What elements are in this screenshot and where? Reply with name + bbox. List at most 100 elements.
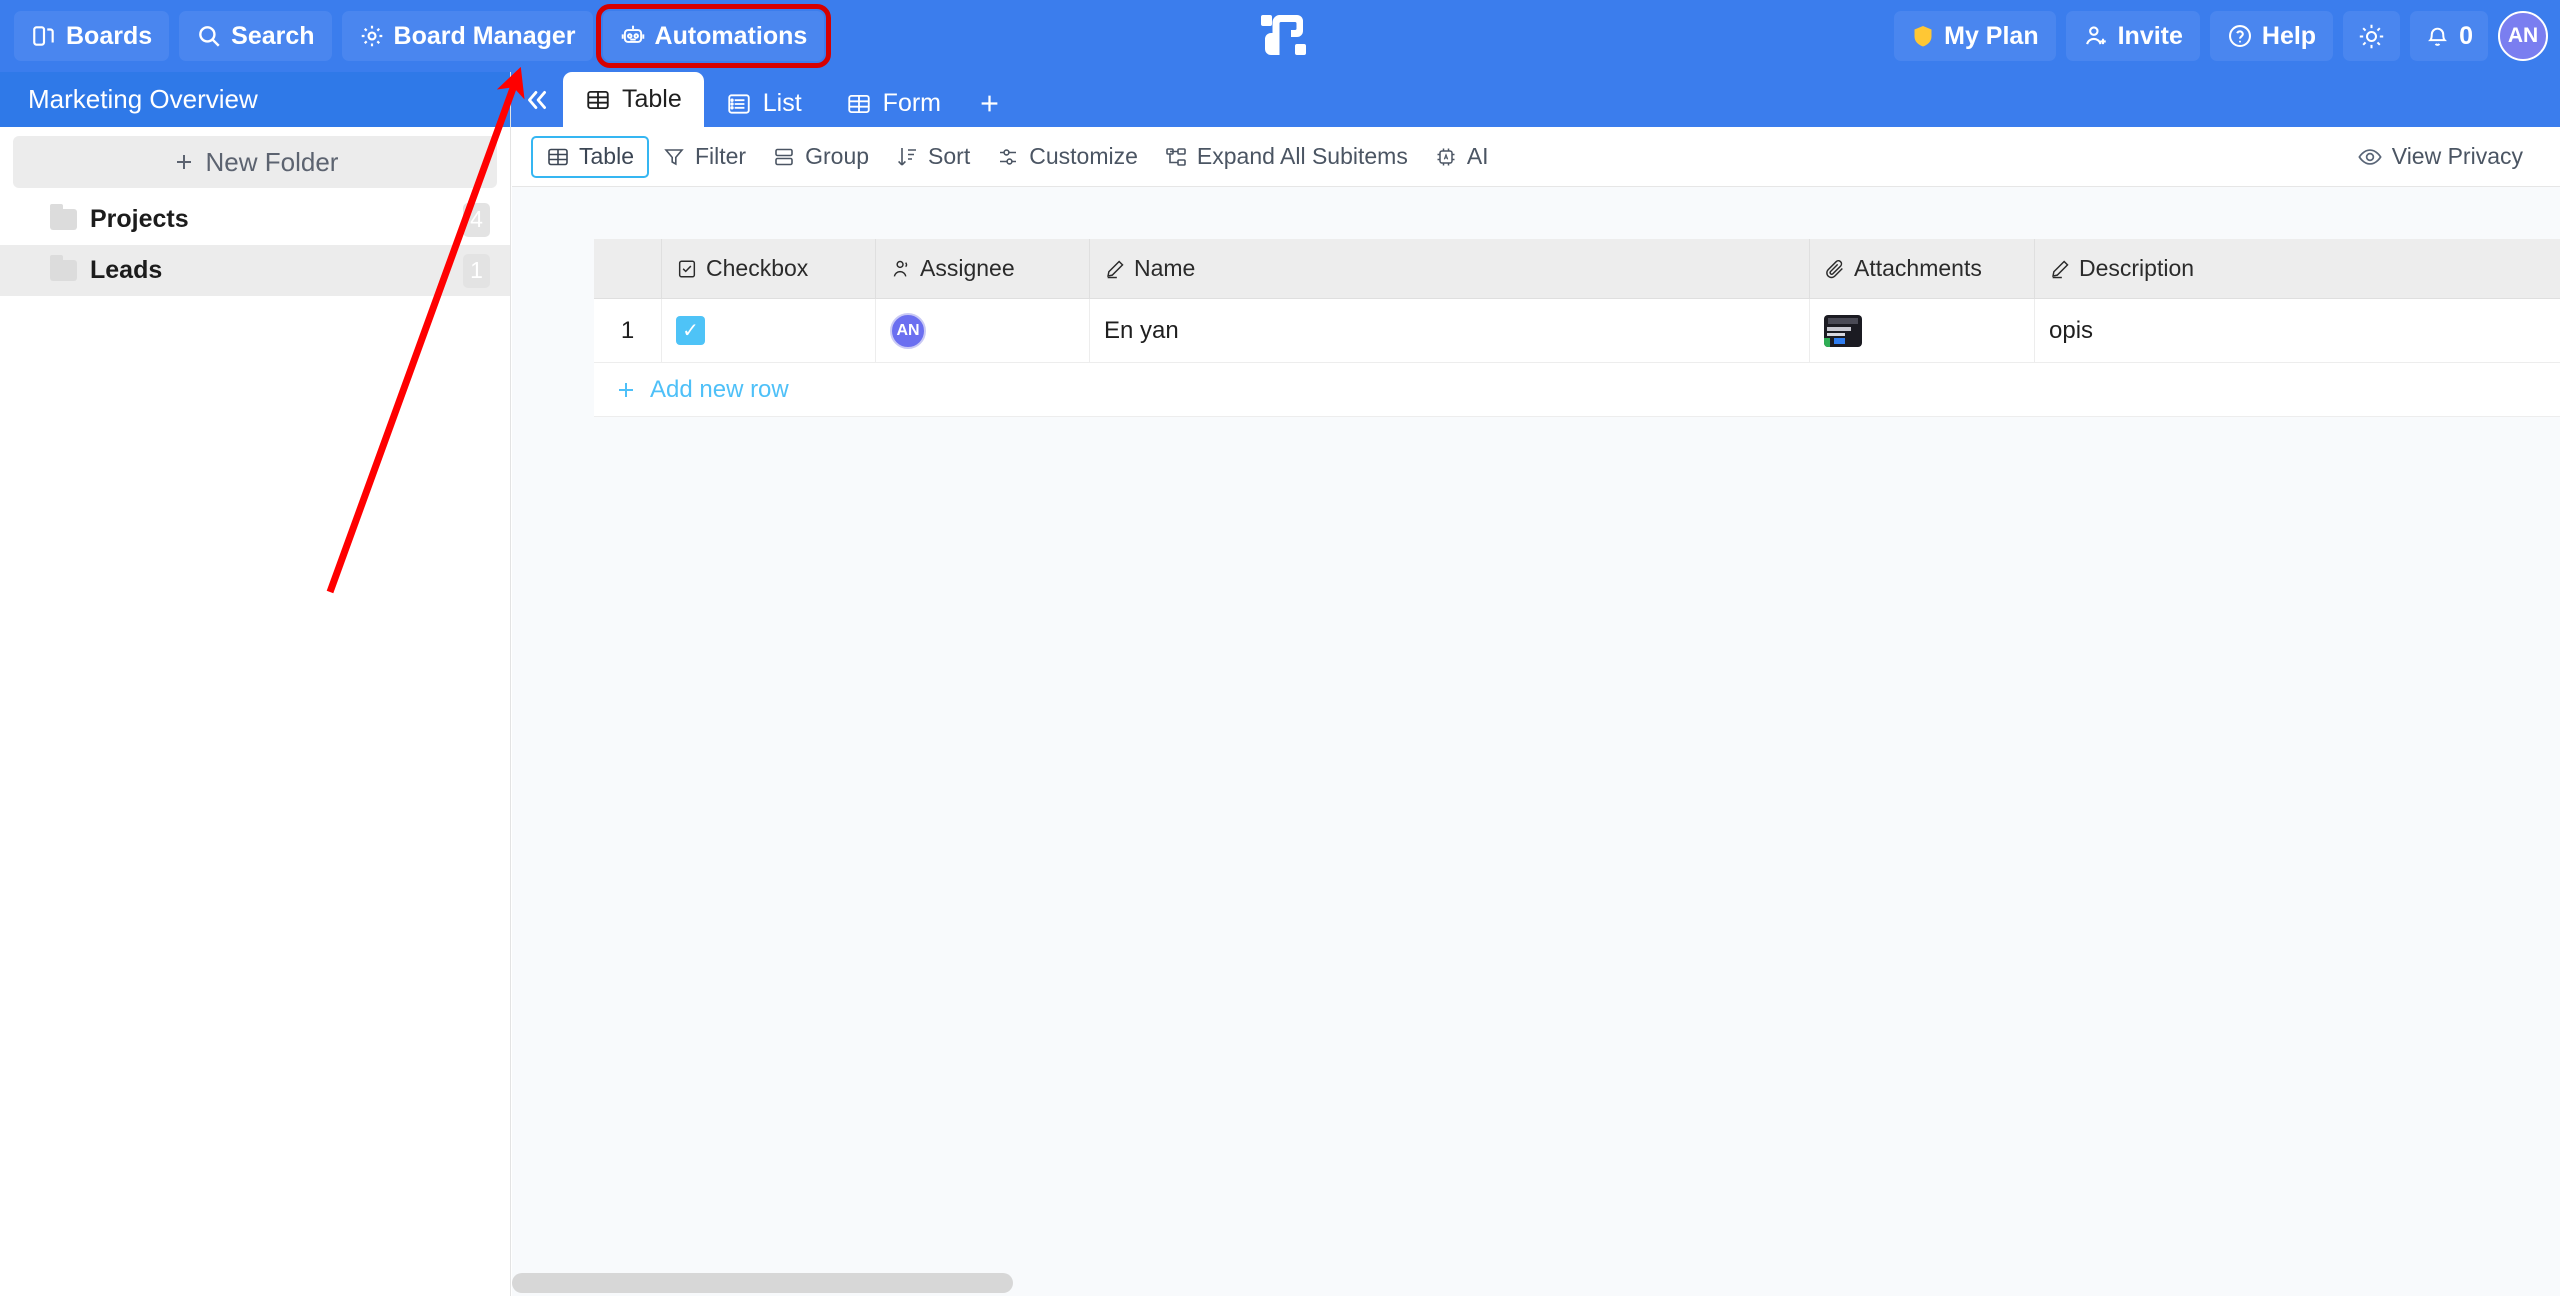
person-icon — [890, 258, 912, 280]
plus-icon — [614, 378, 638, 402]
list-icon — [726, 91, 752, 117]
eye-icon — [2357, 144, 2383, 170]
tab-list[interactable]: List — [704, 80, 824, 127]
column-header-attachments[interactable]: Attachments — [1810, 239, 2035, 299]
assignee-avatar[interactable]: AN — [890, 312, 926, 349]
column-header-label: Assignee — [920, 255, 1015, 281]
folder-count-badge: 4 — [463, 202, 490, 237]
plus-icon — [172, 150, 196, 174]
pencil-icon — [1104, 258, 1126, 280]
row-checkbox-cell[interactable]: ✓ — [662, 299, 876, 363]
new-folder-label: New Folder — [205, 146, 339, 177]
table-row[interactable]: 1 ✓ AN En yan opis — [594, 299, 2560, 363]
sort-icon — [895, 145, 919, 169]
view-privacy-button[interactable]: View Privacy — [2344, 136, 2536, 178]
user-plus-icon — [2083, 23, 2109, 49]
main-panel: Table Filter Group Sort Customize Expand… — [512, 127, 2560, 1296]
tab-form[interactable]: Form — [824, 80, 963, 127]
sidebar-board-title: Marketing Overview — [0, 72, 510, 127]
header-left-nav: Boards Search Board Manager Automations — [0, 4, 832, 68]
plus-icon — [976, 90, 1003, 117]
table-header-row: Checkbox Assignee Name Attachments Descr… — [594, 239, 2560, 299]
invite-button[interactable]: Invite — [2065, 11, 2200, 61]
column-header-label: Name — [1134, 255, 1196, 281]
toolbar-customize-button[interactable]: Customize — [983, 136, 1151, 178]
toolbar-expand-subitems-button[interactable]: Expand All Subitems — [1151, 136, 1421, 178]
app-header: Boards Search Board Manager Automations … — [0, 0, 2560, 72]
row-checkbox[interactable]: ✓ — [676, 316, 705, 345]
column-header-checkbox[interactable]: Checkbox — [662, 239, 876, 299]
tab-table-label: Table — [622, 85, 682, 113]
folder-name: Projects — [90, 205, 189, 233]
theme-toggle-button[interactable] — [2343, 11, 2401, 61]
column-header-rownum[interactable] — [594, 239, 662, 299]
view-tab-strip: Table List Form — [511, 72, 2560, 127]
boards-button[interactable]: Boards — [14, 11, 170, 61]
boards-label: Boards — [66, 21, 153, 50]
data-table: Checkbox Assignee Name Attachments Descr… — [594, 239, 2560, 363]
table-scroll-area: Checkbox Assignee Name Attachments Descr… — [512, 187, 2560, 1296]
shield-icon — [1911, 23, 1935, 49]
column-header-name[interactable]: Name — [1090, 239, 1810, 299]
sidebar-folder-leads[interactable]: Leads 1 — [0, 245, 510, 296]
column-header-assignee[interactable]: Assignee — [876, 239, 1090, 299]
toolbar-ai-button[interactable]: AI — [1421, 136, 1502, 178]
toolbar-group-label: Group — [805, 143, 870, 169]
row-name-cell[interactable]: En yan — [1090, 299, 1810, 363]
sidebar-title-label: Marketing Overview — [28, 84, 258, 114]
folder-icon — [50, 255, 77, 281]
boards-icon — [31, 23, 57, 49]
my-plan-label: My Plan — [1944, 21, 2039, 50]
tab-form-label: Form — [882, 89, 941, 117]
view-toolbar: Table Filter Group Sort Customize Expand… — [512, 127, 2560, 187]
toolbar-table-button[interactable]: Table — [531, 135, 649, 178]
help-button[interactable]: Help — [2209, 11, 2334, 61]
board-manager-button[interactable]: Board Manager — [341, 11, 593, 61]
add-new-row-button[interactable]: Add new row — [594, 363, 2560, 417]
automations-button[interactable]: Automations — [595, 4, 832, 68]
search-button[interactable]: Search — [179, 11, 332, 61]
toolbar-expand-subitems-label: Expand All Subitems — [1196, 143, 1408, 169]
row-attachments-cell[interactable] — [1810, 299, 2035, 363]
bell-icon — [2425, 24, 2450, 49]
column-header-description[interactable]: Description — [2035, 239, 2560, 299]
tab-list-label: List — [762, 89, 802, 117]
horizontal-scrollbar-thumb[interactable] — [512, 1273, 1013, 1293]
attachment-thumbnail[interactable] — [1824, 314, 1862, 347]
assignee-initials: AN — [896, 321, 920, 339]
tab-table[interactable]: Table — [563, 72, 704, 127]
notifications-button[interactable]: 0 — [2410, 11, 2488, 61]
row-assignee-cell[interactable]: AN — [876, 299, 1090, 363]
sun-icon — [2358, 23, 2385, 50]
new-folder-button[interactable]: New Folder — [13, 136, 497, 188]
app-logo[interactable] — [1255, 10, 1313, 60]
double-chevron-left-icon — [522, 87, 552, 113]
add-view-button[interactable] — [963, 80, 1015, 127]
horizontal-scrollbar-track[interactable] — [512, 1270, 2560, 1296]
my-plan-button[interactable]: My Plan — [1894, 11, 2056, 61]
form-icon — [846, 91, 872, 117]
row-description-cell[interactable]: opis — [2035, 299, 2560, 363]
table-icon — [546, 145, 570, 169]
toolbar-table-label: Table — [579, 143, 634, 169]
paperclip-icon — [1824, 258, 1846, 280]
toolbar-sort-button[interactable]: Sort — [882, 136, 983, 178]
view-privacy-label: View Privacy — [2391, 143, 2523, 169]
table-icon — [585, 87, 611, 113]
notification-count: 0 — [2459, 21, 2473, 50]
toolbar-ai-label: AI — [1466, 143, 1489, 169]
column-header-label: Attachments — [1854, 255, 1982, 281]
sidebar: Marketing Overview New Folder Projects 4… — [0, 72, 511, 1296]
help-label: Help — [2261, 21, 2317, 50]
invite-label: Invite — [2117, 21, 2183, 50]
pencil-icon — [2049, 258, 2071, 280]
avatar[interactable]: AN — [2498, 11, 2548, 61]
filter-icon — [662, 145, 686, 169]
robot-icon — [620, 23, 646, 49]
sidebar-folder-projects[interactable]: Projects 4 — [0, 194, 510, 245]
collapse-sidebar-button[interactable] — [511, 72, 563, 127]
toolbar-sort-label: Sort — [928, 143, 971, 169]
column-header-label: Description — [2079, 255, 2195, 281]
toolbar-group-button[interactable]: Group — [759, 136, 882, 178]
toolbar-filter-button[interactable]: Filter — [649, 136, 759, 178]
